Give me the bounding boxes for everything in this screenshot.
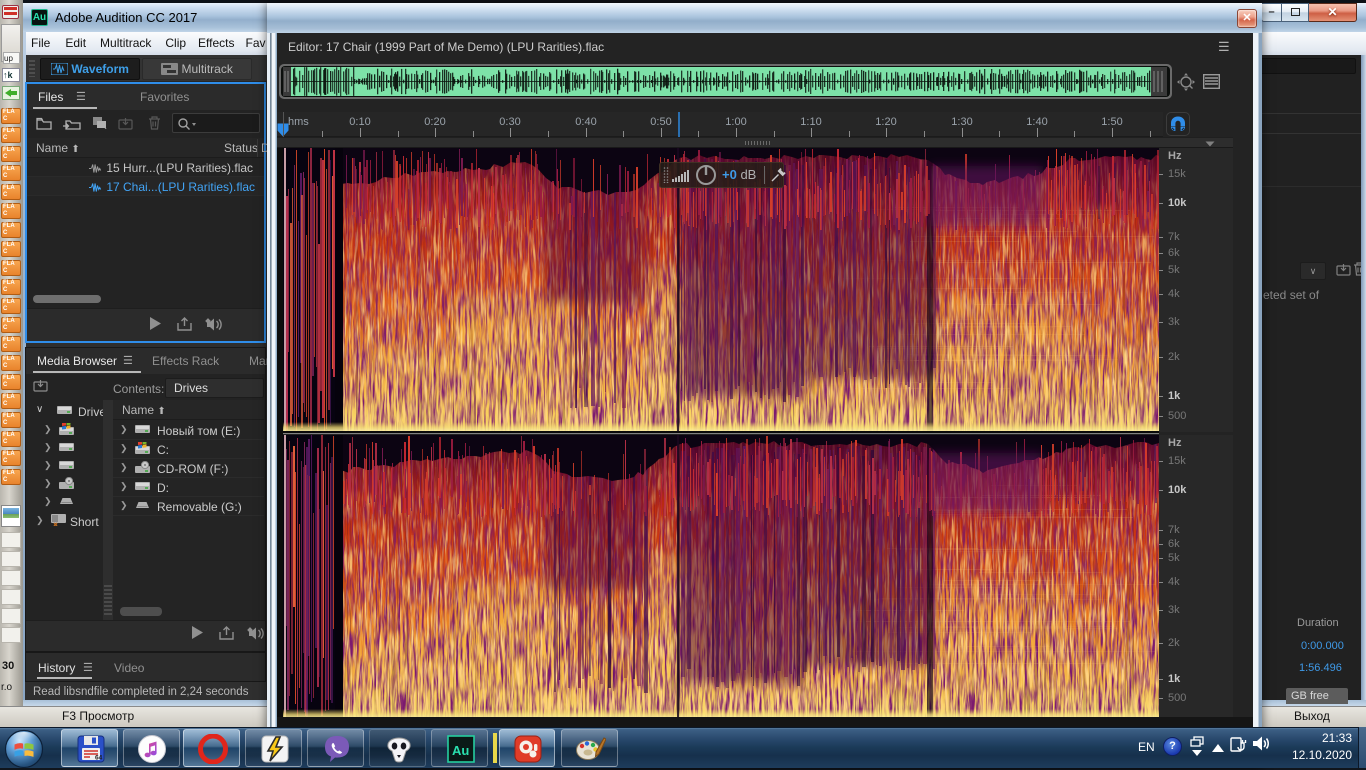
svg-text:1:10: 1:10 [800,116,821,128]
svg-text:0:20: 0:20 [424,116,445,128]
svg-text:64: 64 [95,755,103,762]
svg-text:0:10: 0:10 [349,116,370,128]
svg-text:0:40: 0:40 [575,116,596,128]
svg-text:1:50: 1:50 [1101,116,1122,128]
svg-text:0:30: 0:30 [499,116,520,128]
svg-text:1:20: 1:20 [875,116,896,128]
svg-text:1:00: 1:00 [725,116,746,128]
svg-text:1:30: 1:30 [951,116,972,128]
svg-text:0:50: 0:50 [650,116,671,128]
svg-text:Au: Au [452,743,469,758]
svg-text:1:40: 1:40 [1026,116,1047,128]
svg-text:hms: hms [288,116,309,128]
